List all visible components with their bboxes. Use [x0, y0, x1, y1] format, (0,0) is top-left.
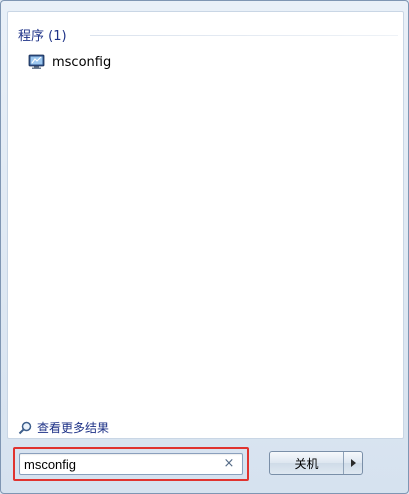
search-icon	[18, 420, 32, 435]
see-more-label: 查看更多结果	[37, 420, 110, 435]
search-results-pane: 程序 (1) msconfig 查看更多结果	[7, 11, 404, 439]
search-box[interactable]: ×	[19, 453, 243, 475]
shutdown-button[interactable]: 关机	[270, 452, 343, 474]
shutdown-button-group: 关机	[269, 451, 363, 475]
chevron-right-icon	[350, 459, 356, 467]
search-input[interactable]	[24, 455, 214, 473]
group-divider	[90, 35, 398, 36]
result-item-msconfig[interactable]: msconfig	[28, 52, 228, 72]
result-label: msconfig	[52, 54, 112, 70]
bottom-bar: × 关机	[7, 439, 402, 487]
start-menu-window: 程序 (1) msconfig 查看更多结果 msconfig × 关机	[0, 0, 409, 494]
shutdown-options-button[interactable]	[344, 452, 362, 474]
clear-icon[interactable]: ×	[222, 456, 236, 471]
results-group-header: 程序 (1)	[18, 25, 398, 44]
see-more-results-link[interactable]: 查看更多结果	[18, 417, 158, 437]
system-config-icon	[28, 54, 46, 70]
group-title: 程序 (1)	[18, 29, 67, 44]
search-highlight-box: ×	[13, 447, 249, 481]
